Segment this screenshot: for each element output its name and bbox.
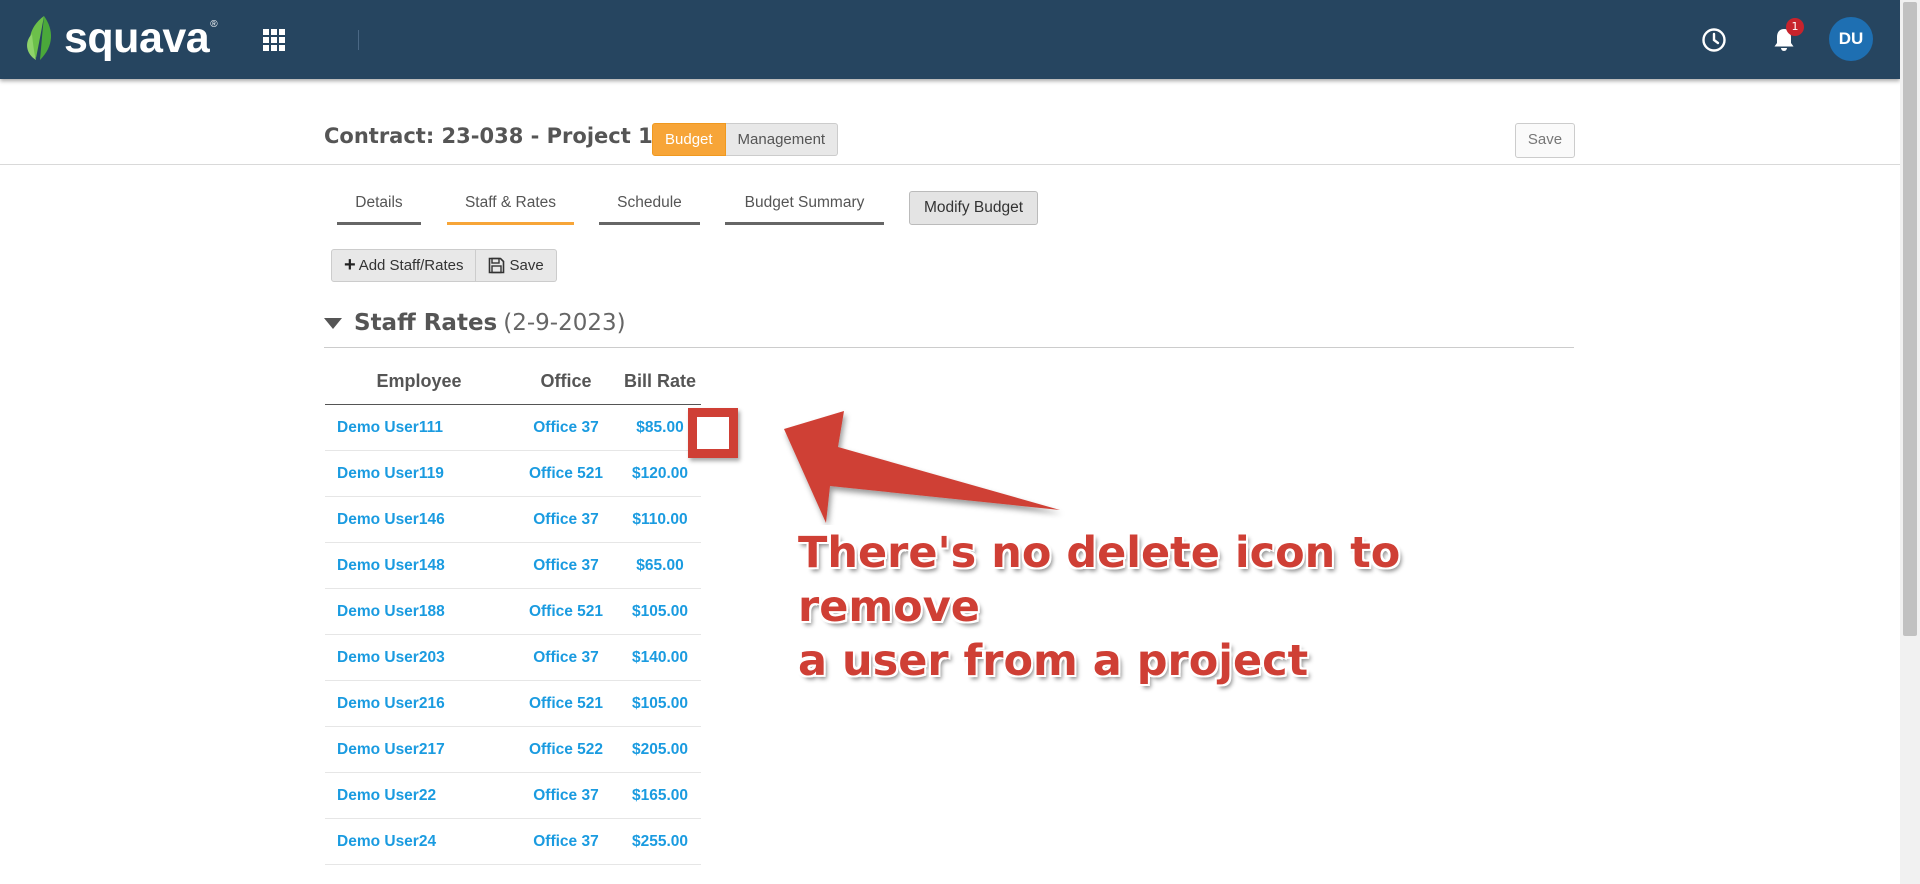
annotation-line-2: a user from a project <box>798 636 1309 686</box>
clock-icon[interactable] <box>1701 27 1727 53</box>
add-staff-rates-button[interactable]: + Add Staff/Rates <box>331 249 477 282</box>
table-row: Demo User111 Office 37 $85.00 <box>325 404 701 451</box>
employee-link[interactable]: Demo User188 <box>337 603 445 620</box>
squava-logo[interactable]: squava ® <box>24 12 218 64</box>
table-header-row: Employee Office Bill Rate <box>325 358 701 405</box>
grid-icon[interactable] <box>262 28 286 52</box>
header-divider <box>0 164 1900 165</box>
tab-schedule[interactable]: Schedule <box>599 194 700 225</box>
section-title: Staff Rates <box>354 310 498 336</box>
bill-rate-link[interactable]: $65.00 <box>636 557 683 574</box>
top-navigation-bar: squava ® 1 DU <box>0 0 1900 79</box>
annotation-line-1: There's no delete icon to remove <box>798 528 1401 632</box>
table-row: Demo User216 Office 521 $105.00 <box>325 680 701 727</box>
bill-rate-link[interactable]: $105.00 <box>632 695 688 712</box>
office-link[interactable]: Office 37 <box>533 419 598 436</box>
tab-staff-rates[interactable]: Staff & Rates <box>447 194 574 225</box>
section-divider <box>324 347 1574 348</box>
table-row: Demo User146 Office 37 $110.00 <box>325 496 701 543</box>
employee-link[interactable]: Demo User111 <box>337 419 443 436</box>
office-link[interactable]: Office 37 <box>533 557 598 574</box>
employee-link[interactable]: Demo User119 <box>337 465 444 482</box>
column-header-office[interactable]: Office <box>513 358 619 405</box>
office-link[interactable]: Office 37 <box>533 787 598 804</box>
office-link[interactable]: Office 37 <box>533 511 598 528</box>
employee-link[interactable]: Demo User217 <box>337 741 445 758</box>
office-link[interactable]: Office 522 <box>529 741 603 758</box>
leaf-logo-icon <box>27 16 52 60</box>
office-link[interactable]: Office 521 <box>529 695 603 712</box>
table-row: Demo User148 Office 37 $65.00 <box>325 542 701 589</box>
staff-rates-section-header: Staff Rates (2-9-2023) <box>324 310 626 336</box>
bill-rate-link[interactable]: $205.00 <box>632 741 688 758</box>
bill-rate-link[interactable]: $85.00 <box>636 419 683 436</box>
bill-rate-link[interactable]: $110.00 <box>632 511 687 528</box>
add-staff-rates-label: Add Staff/Rates <box>358 257 464 274</box>
employee-link[interactable]: Demo User216 <box>337 695 445 712</box>
bill-rate-link[interactable]: $255.00 <box>632 833 688 850</box>
table-row: Demo User22 Office 37 $165.00 <box>325 772 701 819</box>
brand-name: squava <box>64 14 210 62</box>
office-link[interactable]: Office 37 <box>533 833 598 850</box>
employee-link[interactable]: Demo User22 <box>337 787 436 804</box>
modify-budget-button[interactable]: Modify Budget <box>909 191 1038 225</box>
annotation-arrow-icon <box>784 411 1060 523</box>
floppy-disk-icon <box>489 257 505 274</box>
staff-toolbar: + Add Staff/Rates Save <box>331 249 557 282</box>
toolbar-divider <box>358 30 359 50</box>
office-link[interactable]: Office 521 <box>529 465 603 482</box>
bill-rate-link[interactable]: $120.00 <box>632 465 688 482</box>
toolbar-save-label: Save <box>509 257 544 274</box>
user-avatar[interactable]: DU <box>1829 17 1873 61</box>
employee-link[interactable]: Demo User24 <box>337 833 436 850</box>
notification-count-badge: 1 <box>1786 18 1804 36</box>
annotation-highlight-box <box>688 408 738 458</box>
scrollbar-thumb[interactable] <box>1903 2 1917 636</box>
bill-rate-link[interactable]: $140.00 <box>632 649 688 666</box>
column-header-employee[interactable]: Employee <box>325 358 513 405</box>
toolbar-save-button[interactable]: Save <box>476 249 557 282</box>
bill-rate-link[interactable]: $165.00 <box>632 787 688 804</box>
office-link[interactable]: Office 37 <box>533 649 598 666</box>
page-title: Contract: 23-038 - Project 1733 <box>324 124 697 148</box>
staff-rates-table: Employee Office Bill Rate Demo User111 O… <box>325 358 701 865</box>
budget-management-toggle: Budget Management <box>652 123 839 156</box>
management-toggle-button[interactable]: Management <box>725 123 839 156</box>
registered-mark: ® <box>210 18 218 30</box>
tab-details[interactable]: Details <box>337 194 421 225</box>
section-date: (2-9-2023) <box>503 310 626 336</box>
employee-link[interactable]: Demo User148 <box>337 557 445 574</box>
page-scrollbar[interactable] <box>1900 0 1920 884</box>
bill-rate-link[interactable]: $105.00 <box>632 603 688 620</box>
plus-icon: + <box>344 254 356 276</box>
table-row: Demo User203 Office 37 $140.00 <box>325 634 701 681</box>
office-link[interactable]: Office 521 <box>529 603 603 620</box>
tab-budget-summary[interactable]: Budget Summary <box>725 194 884 225</box>
table-row: Demo User24 Office 37 $255.00 <box>325 818 701 865</box>
table-row: Demo User188 Office 521 $105.00 <box>325 588 701 635</box>
table-row: Demo User119 Office 521 $120.00 <box>325 450 701 497</box>
employee-link[interactable]: Demo User203 <box>337 649 445 666</box>
table-row: Demo User217 Office 522 $205.00 <box>325 726 701 773</box>
bell-icon[interactable]: 1 <box>1769 18 1804 55</box>
collapse-caret-icon[interactable] <box>324 317 342 329</box>
header-save-button[interactable]: Save <box>1515 123 1575 158</box>
budget-toggle-button[interactable]: Budget <box>652 123 726 156</box>
annotation-note: There's no delete icon to remove a user … <box>798 526 1558 688</box>
employee-link[interactable]: Demo User146 <box>337 511 445 528</box>
column-header-bill-rate[interactable]: Bill Rate <box>619 358 701 405</box>
